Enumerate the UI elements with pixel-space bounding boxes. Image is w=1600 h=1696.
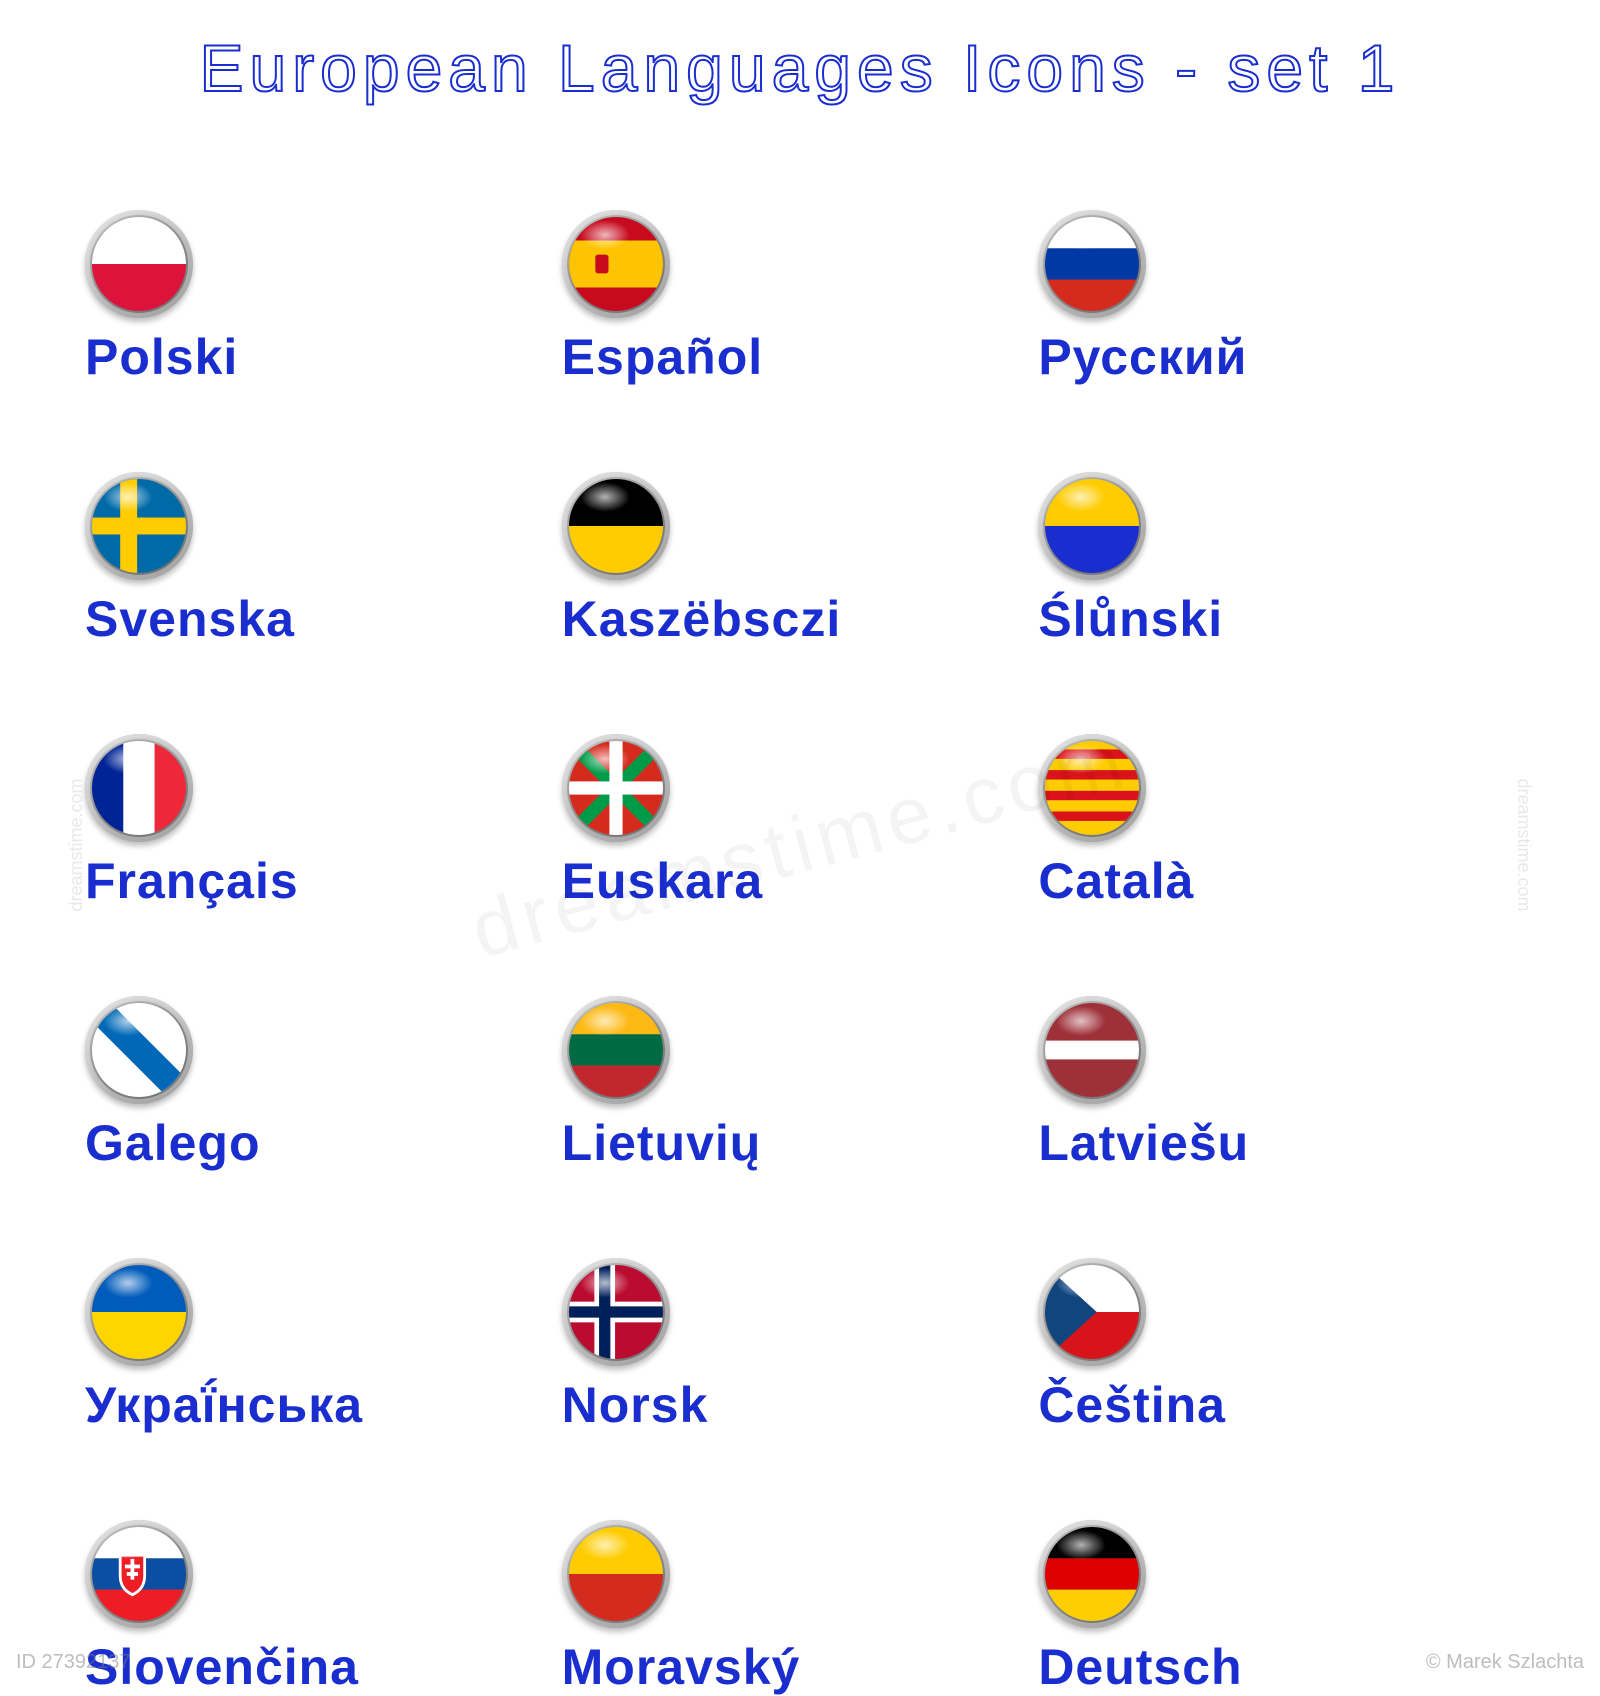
language-label: Lietuvių bbox=[562, 1114, 1039, 1172]
language-label: Moravský bbox=[562, 1638, 1039, 1696]
language-item-spain: Español bbox=[562, 210, 1039, 386]
watermark-id: ID 27392137 bbox=[16, 1651, 131, 1674]
language-item-ukraine: Украḯнська bbox=[85, 1258, 562, 1434]
language-item-silesia: Ślůnski bbox=[1038, 472, 1515, 648]
language-item-russia: Русский bbox=[1038, 210, 1515, 386]
latvia-flag-icon bbox=[1038, 996, 1146, 1104]
basque-flag-icon bbox=[562, 734, 670, 842]
norway-flag-icon bbox=[562, 1258, 670, 1366]
language-label: Čeština bbox=[1038, 1376, 1515, 1434]
language-item-moravia: Moravský bbox=[562, 1520, 1039, 1696]
catalonia-flag-icon bbox=[1038, 734, 1146, 842]
language-label: Svenska bbox=[85, 590, 562, 648]
language-item-france: Français bbox=[85, 734, 562, 910]
sweden-flag-icon bbox=[85, 472, 193, 580]
watermark-side-right: dreamstime.com bbox=[1513, 778, 1534, 911]
germany-flag-icon bbox=[1038, 1520, 1146, 1628]
language-label: Slovenčina bbox=[85, 1638, 562, 1696]
kashubia-flag-icon bbox=[562, 472, 670, 580]
language-label: Kaszëbsczi bbox=[562, 590, 1039, 648]
moravia-flag-icon bbox=[562, 1520, 670, 1628]
language-label: Norsk bbox=[562, 1376, 1039, 1434]
language-item-kashubia: Kaszëbsczi bbox=[562, 472, 1039, 648]
page-title: European Languages Icons - set 1 bbox=[0, 30, 1600, 106]
silesia-flag-icon bbox=[1038, 472, 1146, 580]
language-item-lithuania: Lietuvių bbox=[562, 996, 1039, 1172]
russia-flag-icon bbox=[1038, 210, 1146, 318]
language-item-poland: Polski bbox=[85, 210, 562, 386]
language-item-galicia: Galego bbox=[85, 996, 562, 1172]
language-item-sweden: Svenska bbox=[85, 472, 562, 648]
watermark-side-left: dreamstime.com bbox=[66, 778, 87, 911]
galicia-flag-icon bbox=[85, 996, 193, 1104]
language-label: Украḯнська bbox=[85, 1376, 562, 1434]
language-label: Euskara bbox=[562, 852, 1039, 910]
language-item-basque: Euskara bbox=[562, 734, 1039, 910]
language-label: Català bbox=[1038, 852, 1515, 910]
language-label: Galego bbox=[85, 1114, 562, 1172]
language-label: Español bbox=[562, 328, 1039, 386]
language-item-czech: Čeština bbox=[1038, 1258, 1515, 1434]
poland-flag-icon bbox=[85, 210, 193, 318]
icon-grid: PolskiEspañolРусский SvenskaKaszëbscziŚlů… bbox=[85, 210, 1515, 1696]
ukraine-flag-icon bbox=[85, 1258, 193, 1366]
language-label: Français bbox=[85, 852, 562, 910]
language-item-catalonia: Català bbox=[1038, 734, 1515, 910]
lithuania-flag-icon bbox=[562, 996, 670, 1104]
language-item-slovakia: Slovenčina bbox=[85, 1520, 562, 1696]
language-label: Ślůnski bbox=[1038, 590, 1515, 648]
watermark-credit: © Marek Szlachta bbox=[1426, 1651, 1584, 1674]
language-label: Polski bbox=[85, 328, 562, 386]
language-label: Русский bbox=[1038, 328, 1515, 386]
france-flag-icon bbox=[85, 734, 193, 842]
language-item-latvia: Latviešu bbox=[1038, 996, 1515, 1172]
spain-flag-icon bbox=[562, 210, 670, 318]
language-label: Latviešu bbox=[1038, 1114, 1515, 1172]
czech-flag-icon bbox=[1038, 1258, 1146, 1366]
language-item-norway: Norsk bbox=[562, 1258, 1039, 1434]
slovakia-flag-icon bbox=[85, 1520, 193, 1628]
